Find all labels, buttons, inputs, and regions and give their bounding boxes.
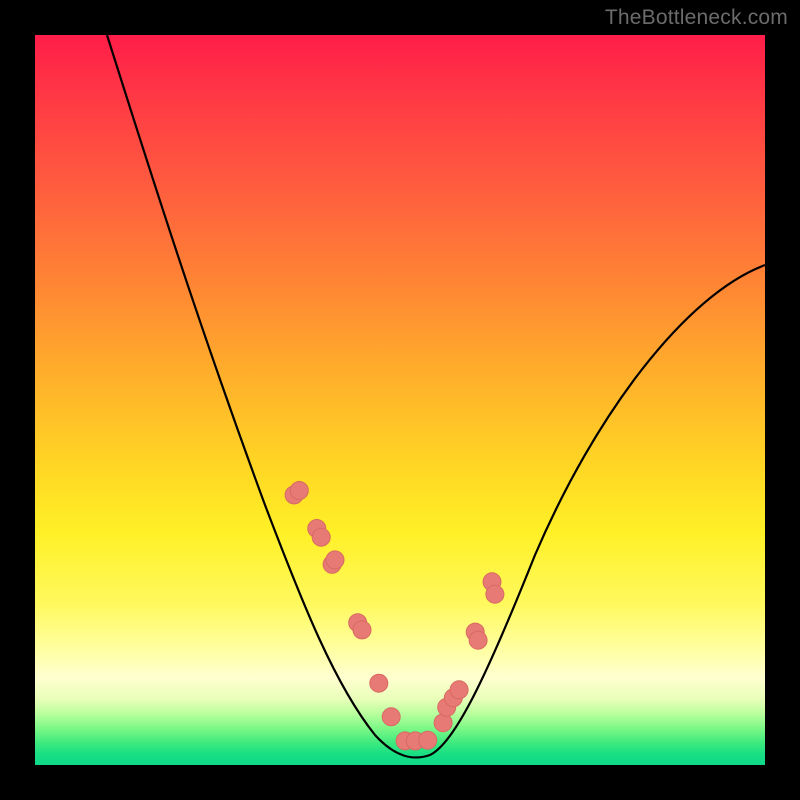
chart-plot-area [35,35,765,765]
highlight-dot [486,585,504,603]
highlight-dot [290,482,308,500]
highlight-dot [382,708,400,726]
highlight-dots [285,482,504,750]
highlight-dot [469,631,487,649]
highlight-dot [312,528,330,546]
highlight-dot [370,674,388,692]
highlight-dot [326,551,344,569]
highlight-dot [419,731,437,749]
watermark-text: TheBottleneck.com [605,6,788,30]
chart-frame: TheBottleneck.com [0,0,800,800]
chart-svg [35,35,765,765]
highlight-dot [353,621,371,639]
bottleneck-curve [107,35,765,758]
highlight-dot [450,681,468,699]
